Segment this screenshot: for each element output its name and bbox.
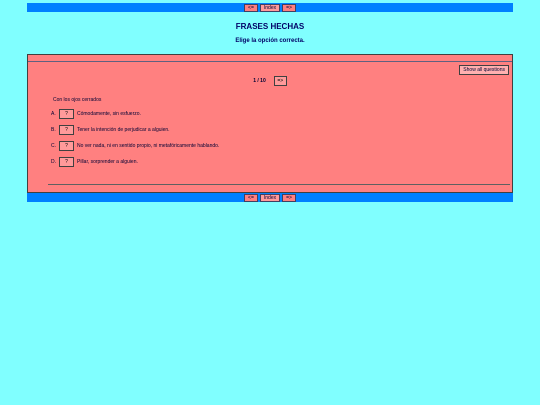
prev-button-bottom[interactable]: <= <box>244 193 258 202</box>
index-button[interactable]: Index <box>259 3 281 12</box>
bottom-navbar: <= Index => <box>27 193 513 202</box>
answer-option-d: D. ? Pillar, sorprender a alguien. <box>51 157 138 167</box>
top-navbar: <= Index => <box>27 3 513 12</box>
answer-letter: A. <box>51 111 56 117</box>
panel-divider <box>28 61 512 62</box>
instruction-text: Elige la opción correcta. <box>235 38 305 44</box>
answer-text: Tener la intención de perjudicar a algui… <box>77 127 170 133</box>
next-question-button[interactable]: => <box>273 76 287 86</box>
answer-letter: C. <box>51 143 56 149</box>
page-title: FRASES HECHAS <box>235 22 305 31</box>
answer-text: Pillar, sorprender a alguien. <box>77 159 138 165</box>
answer-option-b: B. ? Tener la intención de perjudicar a … <box>51 125 170 135</box>
answer-c-check-button[interactable]: ? <box>59 141 74 151</box>
question-text: Con los ojos cerrados <box>53 97 102 103</box>
answer-option-a: A. ? Cómodamente, sin esfuerzo. <box>51 109 141 119</box>
answer-letter: B. <box>51 127 56 133</box>
bottom-divider <box>48 184 510 185</box>
quiz-panel: Show all questions 1 / 10 => Con los ojo… <box>27 54 513 193</box>
prev-button[interactable]: <= <box>244 3 258 12</box>
question-counter: 1 / 10 <box>253 78 266 84</box>
answer-text: Cómodamente, sin esfuerzo. <box>77 111 141 117</box>
next-button-bottom[interactable]: => <box>282 193 296 202</box>
index-button-bottom[interactable]: Index <box>259 193 281 202</box>
answer-text: No ver nada, ni en sentido propio, ni me… <box>77 143 220 149</box>
answer-option-c: C. ? No ver nada, ni en sentido propio, … <box>51 141 219 151</box>
answer-a-check-button[interactable]: ? <box>59 109 74 119</box>
question-counter-row: 1 / 10 => <box>28 76 512 86</box>
answer-d-check-button[interactable]: ? <box>59 157 74 167</box>
show-all-questions-button[interactable]: Show all questions <box>459 65 509 75</box>
answer-b-check-button[interactable]: ? <box>59 125 74 135</box>
next-button[interactable]: => <box>282 3 296 12</box>
answer-letter: D. <box>51 159 56 165</box>
